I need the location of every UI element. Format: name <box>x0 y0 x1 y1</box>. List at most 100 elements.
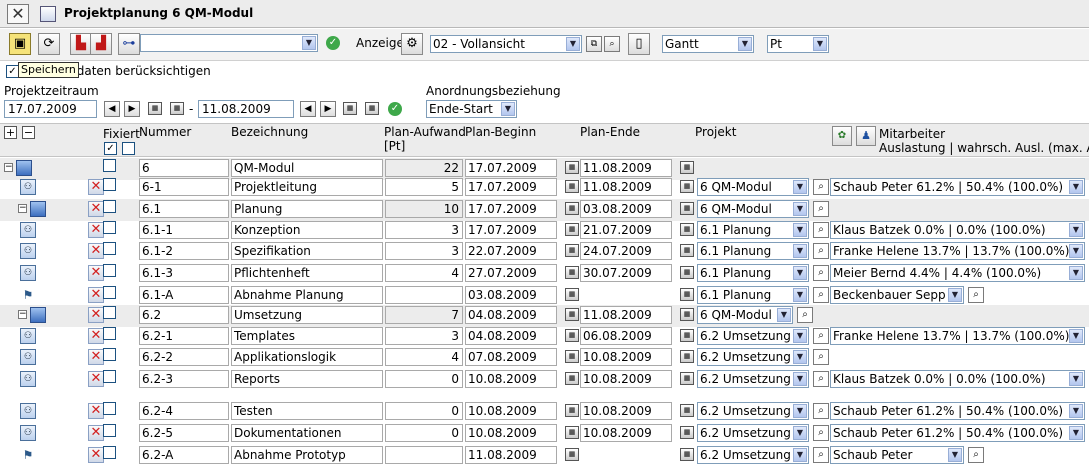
end-cell[interactable]: 10.08.2009 <box>580 348 672 366</box>
calendar-icon[interactable]: ▦ <box>170 102 184 115</box>
number-cell[interactable]: 6.2-A <box>139 446 229 464</box>
next-icon[interactable]: ▶ <box>320 101 336 117</box>
fixed-all-checkbox[interactable]: ✓ <box>104 142 117 155</box>
name-cell[interactable]: Reports <box>231 370 383 388</box>
effort-cell[interactable]: 0 <box>385 402 463 420</box>
calendar-icon[interactable]: ▦ <box>565 266 579 279</box>
fixed-checkbox[interactable] <box>103 348 116 361</box>
end-cell[interactable]: 11.08.2009 <box>580 306 672 324</box>
fixed-checkbox[interactable] <box>103 200 116 213</box>
end-cell[interactable]: 06.08.2009 <box>580 327 672 345</box>
col-name[interactable]: Bezeichnung <box>231 125 308 139</box>
delete-icon[interactable]: ✕ <box>88 371 104 387</box>
start-cell[interactable]: 07.08.2009 <box>465 348 557 366</box>
search-icon[interactable]: ⌕ <box>604 36 620 52</box>
relation-select[interactable]: Ende-Start ▼ <box>426 100 517 118</box>
project-select[interactable]: 6.1 Planung ▼ <box>697 264 809 282</box>
start-cell[interactable]: 03.08.2009 <box>465 286 557 304</box>
name-cell[interactable]: Umsetzung <box>231 306 383 324</box>
delete-icon[interactable]: ✕ <box>88 265 104 281</box>
start-cell[interactable]: 17.07.2009 <box>465 200 557 218</box>
calendar-icon[interactable]: ▦ <box>565 329 579 342</box>
prev-icon[interactable]: ◀ <box>104 101 120 117</box>
fixed-checkbox[interactable] <box>103 221 116 234</box>
number-cell[interactable]: 6.1-3 <box>139 264 229 282</box>
effort-cell[interactable]: 3 <box>385 327 463 345</box>
search-icon[interactable]: ⌕ <box>813 447 829 463</box>
number-cell[interactable]: 6.2-4 <box>139 402 229 420</box>
number-cell[interactable]: 6 <box>139 159 229 177</box>
end-cell[interactable]: 24.07.2009 <box>580 242 672 260</box>
search-icon[interactable]: ⌕ <box>813 425 829 441</box>
delete-icon[interactable]: ✕ <box>88 425 104 441</box>
start-cell[interactable]: 04.08.2009 <box>465 306 557 324</box>
calendar-icon[interactable]: ▦ <box>565 372 579 385</box>
start-cell[interactable]: 22.07.2009 <box>465 242 557 260</box>
project-select[interactable]: 6.2 Umsetzung ▼ <box>697 327 809 345</box>
unit-select[interactable]: Pt ▼ <box>767 35 829 53</box>
project-select[interactable]: 6.2 Umsetzung ▼ <box>697 424 809 442</box>
calendar-icon[interactable]: ▦ <box>365 102 379 115</box>
calendar-icon[interactable]: ▦ <box>565 448 579 461</box>
calendar-icon[interactable]: ▦ <box>680 161 694 174</box>
number-cell[interactable]: 6-1 <box>139 178 229 196</box>
effort-cell[interactable]: 5 <box>385 178 463 196</box>
start-cell[interactable]: 04.08.2009 <box>465 327 557 345</box>
view-config-icon[interactable]: ⚙ <box>401 33 423 55</box>
staff-select[interactable]: Schaub Peter ▼ <box>830 446 964 464</box>
calendar-icon[interactable]: ▦ <box>565 202 579 215</box>
search-icon[interactable]: ⌕ <box>968 447 984 463</box>
calendar-icon[interactable]: ▦ <box>680 180 694 193</box>
filter-select[interactable]: ▼ <box>140 34 318 52</box>
effort-cell[interactable]: 0 <box>385 424 463 442</box>
collapse-icon[interactable]: − <box>4 163 13 172</box>
effort-cell[interactable]: 4 <box>385 348 463 366</box>
prev-icon[interactable]: ◀ <box>300 101 316 117</box>
fixed-checkbox[interactable] <box>103 242 116 255</box>
staff-select[interactable]: Meier Bernd 4.4% | 4.4% (100.0%) ▼ <box>830 264 1085 282</box>
staff-select[interactable]: Klaus Batzek 0.0% | 0.0% (100.0%) ▼ <box>830 221 1085 239</box>
name-cell[interactable]: Abnahme Planung <box>231 286 383 304</box>
start-cell[interactable]: 10.08.2009 <box>465 424 557 442</box>
number-cell[interactable]: 6.2-1 <box>139 327 229 345</box>
chart-icon[interactable]: ▙ <box>70 33 92 55</box>
start-cell[interactable]: 11.08.2009 <box>465 446 557 464</box>
search-icon[interactable]: ⌕ <box>813 265 829 281</box>
effort-cell[interactable]: 0 <box>385 370 463 388</box>
project-select[interactable]: 6.1 Planung ▼ <box>697 242 809 260</box>
period-end-input[interactable]: 11.08.2009 <box>198 100 294 118</box>
expand-all-icon[interactable]: + <box>4 126 17 139</box>
effort-cell[interactable] <box>385 286 463 304</box>
fixed-checkbox[interactable] <box>103 402 116 415</box>
col-number[interactable]: Nummer <box>139 125 191 139</box>
period-start-input[interactable]: 17.07.2009 <box>4 100 97 118</box>
effort-cell[interactable] <box>385 446 463 464</box>
col-end[interactable]: Plan-Ende <box>580 125 640 139</box>
col-project[interactable]: Projekt <box>695 125 736 139</box>
calendar-icon[interactable]: ▦ <box>680 372 694 385</box>
fixed-checkbox[interactable] <box>103 264 116 277</box>
fixed-checkbox[interactable] <box>103 159 116 172</box>
delete-icon[interactable]: ✕ <box>88 243 104 259</box>
staff-select[interactable]: Beckenbauer Sepp ▼ <box>830 286 964 304</box>
search-icon[interactable]: ⌕ <box>813 222 829 238</box>
calendar-icon[interactable]: ▦ <box>680 426 694 439</box>
staff-select[interactable]: Franke Helene 13.7% | 13.7% (100.0%) ▼ <box>830 327 1085 345</box>
calendar-icon[interactable]: ▦ <box>680 308 694 321</box>
col-effort[interactable]: Plan-Aufwand <box>384 125 466 139</box>
project-select[interactable]: 6.2 Umsetzung ▼ <box>697 446 809 464</box>
team-icon[interactable]: ✿ <box>832 126 852 146</box>
delete-icon[interactable]: ✕ <box>88 287 104 303</box>
apply-icon[interactable]: ✓ <box>388 102 402 116</box>
staff-select[interactable]: Schaub Peter 61.2% | 50.4% (100.0%) ▼ <box>830 424 1085 442</box>
fixed-checkbox[interactable] <box>103 327 116 340</box>
search-icon[interactable]: ⌕ <box>813 349 829 365</box>
name-cell[interactable]: QM-Modul <box>231 159 383 177</box>
staff-select[interactable]: Schaub Peter 61.2% | 50.4% (100.0%) ▼ <box>830 178 1085 196</box>
search-icon[interactable]: ⌕ <box>813 328 829 344</box>
number-cell[interactable]: 6.1-A <box>139 286 229 304</box>
calendar-icon[interactable]: ▦ <box>565 161 579 174</box>
project-select[interactable]: 6.2 Umsetzung ▼ <box>697 370 809 388</box>
copy-icon[interactable]: ⧉ <box>586 36 602 52</box>
end-cell[interactable]: 11.08.2009 <box>580 159 672 177</box>
